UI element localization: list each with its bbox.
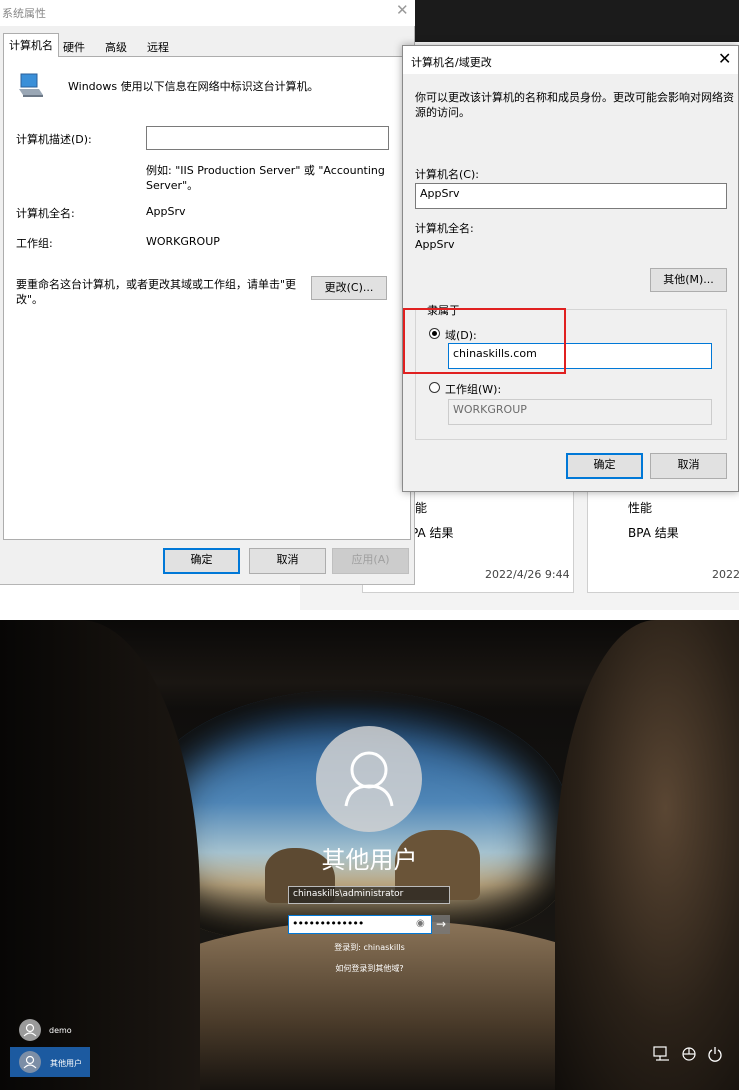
sign-in-to-text: 登录到: chinaskills bbox=[334, 943, 405, 952]
intro-line2: 源的访问。 bbox=[415, 106, 470, 119]
user-switch-demo[interactable]: demo bbox=[17, 1019, 117, 1043]
change-button[interactable]: 更改(C)... bbox=[311, 276, 387, 300]
submit-arrow-button[interactable]: → bbox=[432, 915, 450, 934]
more-button[interactable]: 其他(M)... bbox=[650, 268, 727, 292]
dashboard-tile[interactable]: 性能 BPA 结果 2022/ bbox=[587, 480, 739, 593]
computer-name-domain-dialog: 计算机名/域更改 ✕ 你可以更改该计算机的名称和成员身份。更改可能会影响对网络资… bbox=[402, 45, 739, 492]
other-domain-link[interactable]: 如何登录到其他域? bbox=[0, 963, 739, 974]
tile-subtitle: BPA 结果 bbox=[628, 526, 679, 540]
login-screen: 其他用户 chinaskills\administrator •••••••••… bbox=[0, 620, 739, 1090]
tab-computer-name[interactable]: 计算机名 bbox=[3, 33, 59, 57]
workgroup-input[interactable]: WORKGROUP bbox=[448, 399, 712, 425]
network-icon[interactable] bbox=[653, 1046, 671, 1062]
tab-hardware[interactable]: 硬件 bbox=[58, 36, 90, 56]
username-input[interactable]: chinaskills\administrator bbox=[288, 886, 450, 904]
rename-hint-line1: 要重命名这台计算机，或者更改其域或工作组，请单击"更 bbox=[16, 278, 297, 291]
dialog-titlebar: 计算机名/域更改 ✕ bbox=[403, 46, 738, 74]
workgroup-label: 工作组: bbox=[16, 237, 53, 250]
intro-line1: 你可以更改该计算机的名称和成员身份。更改可能会影响对网络资 bbox=[415, 91, 734, 104]
tile-title: 能 bbox=[415, 501, 428, 515]
eye-icon[interactable]: ◉ bbox=[416, 918, 425, 929]
tile-title: 性能 bbox=[628, 501, 653, 515]
user-avatar-icon bbox=[19, 1051, 41, 1073]
system-properties-dialog: 系统属性 ✕ 计算机名 硬件 高级 远程 Windows 使用以下信息在网络中标… bbox=[0, 0, 415, 585]
computer-name-label: 计算机名(C): bbox=[415, 168, 479, 181]
intro-text: Windows 使用以下信息在网络中标识这台计算机。 bbox=[68, 80, 319, 93]
user-name: demo bbox=[49, 1026, 72, 1035]
workgroup-radio[interactable] bbox=[429, 382, 440, 393]
user-display-name: 其他用户 bbox=[321, 846, 418, 874]
power-icon[interactable] bbox=[707, 1046, 723, 1062]
cancel-button[interactable]: 取消 bbox=[650, 453, 727, 479]
dialog-title: 计算机名/域更改 bbox=[411, 56, 492, 69]
close-icon[interactable]: ✕ bbox=[718, 49, 731, 68]
computer-description-label: 计算机描述(D): bbox=[16, 133, 92, 146]
user-name: 其他用户 bbox=[50, 1059, 82, 1068]
full-name-label: 计算机全名: bbox=[415, 222, 474, 235]
example-text-line1: 例如: "IIS Production Server" 或 "Accountin… bbox=[146, 164, 385, 177]
highlight-annotation-box bbox=[403, 308, 566, 374]
computer-name-input[interactable]: AppSrv bbox=[415, 183, 727, 209]
dialog-titlebar: 系统属性 ✕ bbox=[0, 0, 415, 26]
full-name-value: AppSrv bbox=[146, 205, 186, 218]
dialog-title: 系统属性 bbox=[2, 7, 46, 20]
cancel-button[interactable]: 取消 bbox=[249, 548, 326, 574]
dark-background bbox=[410, 0, 739, 42]
tile-timestamp: 2022/4/26 9:44 bbox=[485, 568, 570, 581]
close-icon[interactable]: ✕ bbox=[396, 1, 409, 19]
desktop-screenshot: 能 PA 结果 2022/4/26 9:44 性能 BPA 结果 2022/ 系… bbox=[0, 0, 739, 610]
user-avatar-icon bbox=[19, 1019, 41, 1041]
computer-icon bbox=[19, 73, 43, 97]
tab-advanced[interactable]: 高级 bbox=[100, 36, 132, 56]
example-text-line2: Server"。 bbox=[146, 179, 199, 192]
tile-subtitle: PA 结果 bbox=[411, 526, 454, 540]
full-name-label: 计算机全名: bbox=[16, 207, 75, 220]
apply-button[interactable]: 应用(A) bbox=[332, 548, 409, 574]
computer-description-input[interactable] bbox=[146, 126, 389, 150]
ok-button[interactable]: 确定 bbox=[163, 548, 240, 574]
user-icon bbox=[344, 751, 394, 807]
password-input[interactable]: ••••••••••••• bbox=[288, 915, 432, 934]
password-field: ••••••••••••• ◉ → bbox=[288, 915, 450, 934]
accessibility-icon[interactable] bbox=[680, 1046, 698, 1062]
user-switch-other[interactable]: 其他用户 bbox=[10, 1047, 90, 1077]
ok-button[interactable]: 确定 bbox=[566, 453, 643, 479]
user-avatar bbox=[316, 726, 422, 832]
tile-timestamp: 2022/ bbox=[712, 568, 739, 581]
full-name-value: AppSrv bbox=[415, 238, 455, 251]
workgroup-value: WORKGROUP bbox=[146, 235, 220, 248]
workgroup-label: 工作组(W): bbox=[445, 383, 502, 396]
rename-hint-line2: 改"。 bbox=[16, 293, 44, 306]
tab-remote[interactable]: 远程 bbox=[142, 36, 174, 56]
